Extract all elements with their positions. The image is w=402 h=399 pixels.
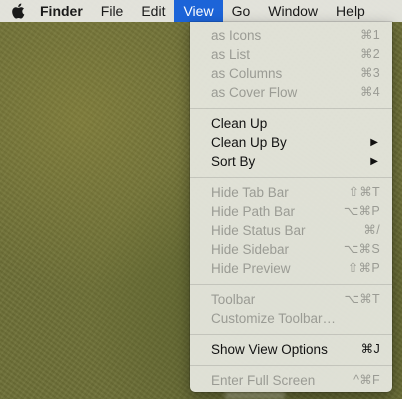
menu-item-label: Hide Status Bar bbox=[211, 223, 306, 238]
menu-item-as-list[interactable]: as List ⌘2 bbox=[190, 45, 392, 64]
menu-item-shortcut: ⌘/ bbox=[363, 223, 380, 237]
menu-bar: Finder File Edit View Go Window Help bbox=[0, 0, 402, 22]
menu-item-label: Toolbar bbox=[211, 292, 256, 307]
menu-go[interactable]: Go bbox=[223, 0, 260, 22]
menu-item-label: Sort By bbox=[211, 154, 256, 169]
menu-item-label: as Icons bbox=[211, 28, 262, 43]
menu-item-shortcut: ⌥⌘S bbox=[343, 242, 380, 256]
view-menu-dropdown: as Icons ⌘1 as List ⌘2 as Columns ⌘3 as … bbox=[190, 22, 392, 392]
menu-item-hide-path-bar[interactable]: Hide Path Bar ⌥⌘P bbox=[190, 202, 392, 221]
menu-item-shortcut: ^⌘F bbox=[353, 373, 380, 387]
apple-menu[interactable] bbox=[0, 0, 36, 22]
menu-item-label: Clean Up bbox=[211, 116, 268, 131]
background-blur-strip bbox=[225, 392, 285, 399]
menu-item-toolbar[interactable]: Toolbar ⌥⌘T bbox=[190, 290, 392, 309]
submenu-arrow-icon: ▶ bbox=[370, 156, 378, 167]
menu-item-label: Hide Path Bar bbox=[211, 204, 296, 219]
menu-item-shortcut: ⌘4 bbox=[359, 85, 380, 99]
menu-item-label: Show View Options bbox=[211, 342, 328, 357]
menu-window[interactable]: Window bbox=[259, 0, 327, 22]
menu-help[interactable]: Help bbox=[327, 0, 374, 22]
menu-item-enter-full-screen[interactable]: Enter Full Screen ^⌘F bbox=[190, 371, 392, 390]
menu-item-label: as List bbox=[211, 47, 251, 62]
menu-item-label: Hide Tab Bar bbox=[211, 185, 289, 200]
menu-item-shortcut: ⌘3 bbox=[359, 66, 380, 80]
menu-item-label: Clean Up By bbox=[211, 135, 287, 150]
menu-item-shortcut: ⌘J bbox=[360, 342, 380, 356]
menu-item-show-view-options[interactable]: Show View Options ⌘J bbox=[190, 340, 392, 359]
submenu-arrow-icon: ▶ bbox=[370, 137, 378, 148]
menu-separator bbox=[190, 177, 392, 178]
menu-separator bbox=[190, 108, 392, 109]
menu-item-as-cover-flow[interactable]: as Cover Flow ⌘4 bbox=[190, 83, 392, 102]
menu-item-shortcut: ⇧⌘P bbox=[347, 261, 380, 275]
menu-item-label: as Cover Flow bbox=[211, 85, 298, 100]
menu-item-shortcut: ⌘2 bbox=[359, 47, 380, 61]
menu-item-shortcut: ⌥⌘T bbox=[344, 292, 380, 306]
menu-item-hide-preview[interactable]: Hide Preview ⇧⌘P bbox=[190, 259, 392, 278]
menu-item-shortcut: ⇧⌘T bbox=[348, 185, 380, 199]
menu-finder[interactable]: Finder bbox=[36, 0, 92, 22]
menu-item-shortcut: ⌘1 bbox=[359, 28, 380, 42]
menu-item-customize-toolbar[interactable]: Customize Toolbar… bbox=[190, 309, 392, 328]
menu-edit[interactable]: Edit bbox=[132, 0, 174, 22]
menu-item-hide-sidebar[interactable]: Hide Sidebar ⌥⌘S bbox=[190, 240, 392, 259]
menu-separator bbox=[190, 284, 392, 285]
menu-separator bbox=[190, 365, 392, 366]
menu-item-label: Customize Toolbar… bbox=[211, 311, 337, 326]
menu-item-clean-up[interactable]: Clean Up bbox=[190, 114, 392, 133]
menu-item-label: Hide Preview bbox=[211, 261, 291, 276]
menu-item-hide-status-bar[interactable]: Hide Status Bar ⌘/ bbox=[190, 221, 392, 240]
menu-item-clean-up-by[interactable]: Clean Up By ▶ bbox=[190, 133, 392, 152]
menu-item-shortcut: ⌥⌘P bbox=[343, 204, 380, 218]
menu-item-as-icons[interactable]: as Icons ⌘1 bbox=[190, 26, 392, 45]
menu-item-label: Enter Full Screen bbox=[211, 373, 316, 388]
menu-separator bbox=[190, 334, 392, 335]
menu-item-label: as Columns bbox=[211, 66, 283, 81]
menu-item-hide-tab-bar[interactable]: Hide Tab Bar ⇧⌘T bbox=[190, 183, 392, 202]
apple-logo-icon bbox=[12, 3, 25, 19]
menu-item-label: Hide Sidebar bbox=[211, 242, 290, 257]
menu-item-sort-by[interactable]: Sort By ▶ bbox=[190, 152, 392, 171]
menu-file[interactable]: File bbox=[92, 0, 133, 22]
menu-item-as-columns[interactable]: as Columns ⌘3 bbox=[190, 64, 392, 83]
menu-view[interactable]: View bbox=[174, 0, 223, 22]
